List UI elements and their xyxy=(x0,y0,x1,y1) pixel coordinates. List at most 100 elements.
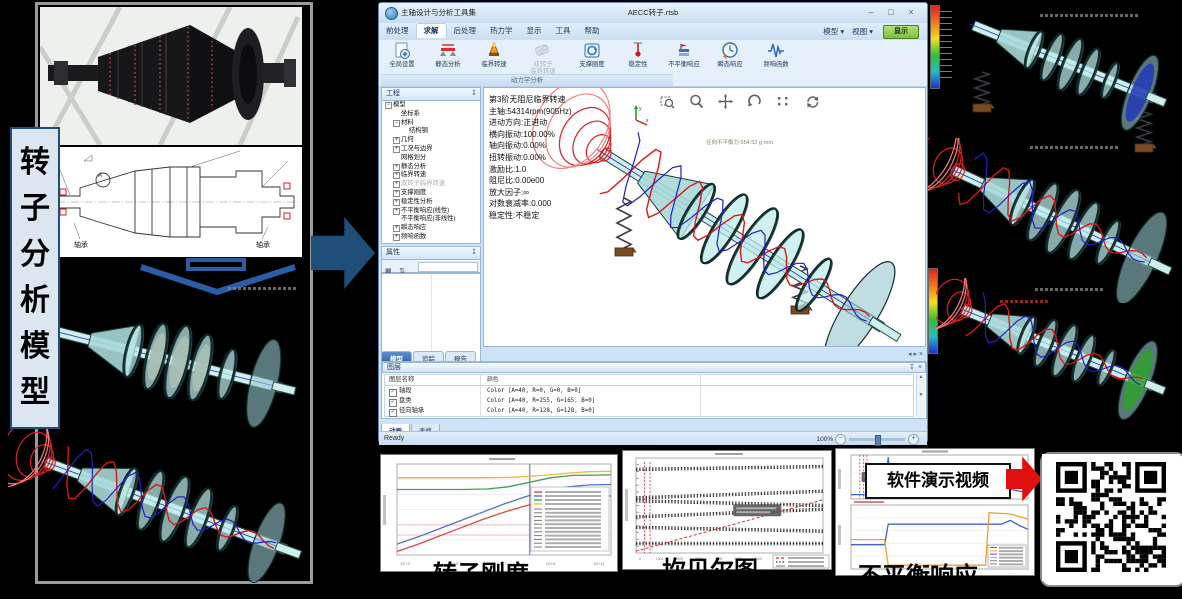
expand-icon[interactable]: + xyxy=(393,146,400,153)
vertical-label-char: 型 xyxy=(20,370,50,416)
show-button[interactable]: 显示 xyxy=(883,25,919,39)
chart-caption-unbalance: 不平衡响应 xyxy=(858,556,978,591)
ribbon-button-frequency-response[interactable]: 频响函数 xyxy=(753,41,799,68)
layers-scrollbar[interactable]: ▲▼ xyxy=(916,374,925,417)
tree-item-几何[interactable]: +几何 xyxy=(382,136,480,145)
menu-tab-帮助[interactable]: 帮助 xyxy=(578,23,607,37)
project-panel-title: 工程 xyxy=(386,90,400,97)
ribbon-button-static-analysis[interactable]: 静态分析 xyxy=(425,41,471,68)
tab-scroll-right-icon[interactable]: ▸ xyxy=(913,351,917,358)
pan-icon[interactable] xyxy=(718,96,740,113)
tree-item-label: 坐标系 xyxy=(401,110,420,117)
tree-item-不平衡响应(非线性)[interactable]: 不平衡响应(非线性) xyxy=(382,215,480,224)
collapse-icon[interactable]: − xyxy=(385,102,392,109)
tree-item-静态分析[interactable]: +静态分析 xyxy=(382,163,480,172)
zoom-out-icon[interactable]: − xyxy=(835,434,846,445)
rotor-photo-graphic xyxy=(40,7,302,145)
pin-icon[interactable]: ↧ xyxy=(909,363,915,373)
tree-item-工况与边界[interactable]: +工况与边界 xyxy=(382,145,480,154)
layer-checkbox[interactable]: ✓ xyxy=(389,409,397,417)
transient-response-icon xyxy=(707,41,753,61)
global-settings-icon xyxy=(379,41,425,61)
panel-close-icon[interactable]: × xyxy=(918,363,922,373)
svg-text:·····: ····· xyxy=(978,572,983,576)
tab-scroll-left-icon[interactable]: ◂ xyxy=(908,351,912,358)
layer-color-value: Color [A=40, R=0, G=0, B=0] xyxy=(481,386,701,396)
menu-tab-显示[interactable]: 显示 xyxy=(520,23,549,37)
menu-dropdown-模型[interactable]: 模型 ▾ xyxy=(823,27,844,36)
zoom-icon[interactable] xyxy=(689,96,711,113)
tree-item-稳定性分析[interactable]: +稳定性分析 xyxy=(382,198,480,207)
ribbon-button-label: 频响函数 xyxy=(753,61,799,68)
tree-item-label: 网格划分 xyxy=(401,154,426,161)
ribbon-button-label: 双转子临界转速 xyxy=(517,61,569,75)
ribbon-button-support-stiffness[interactable]: 支撑刚度 xyxy=(569,41,615,68)
result-colorbar xyxy=(930,5,940,89)
ribbon-button-stability[interactable]: 稳定性 xyxy=(615,41,661,68)
layer-row-轴段[interactable]: ✓轴段Color [A=40, R=0, G=0, B=0] xyxy=(385,386,913,396)
tree-item-临界转速[interactable]: +临界转速 xyxy=(382,171,480,180)
expand-icon[interactable]: + xyxy=(393,172,400,179)
expand-icon[interactable]: + xyxy=(393,181,400,188)
maximize-button[interactable]: □ xyxy=(883,5,899,19)
tree-item-瞬态响应[interactable]: +瞬态响应 xyxy=(382,224,480,233)
collapse-icon[interactable]: − xyxy=(393,120,400,127)
stability-icon xyxy=(615,41,661,61)
expand-icon[interactable]: + xyxy=(393,208,400,215)
layer-row-径向轴承[interactable]: ✓径向轴承Color [A=40, R=128, G=128, B=0] xyxy=(385,406,913,416)
viewport-info-line: 主轴:54314rpm(905Hz) xyxy=(489,106,572,118)
rotate-icon[interactable] xyxy=(747,96,769,113)
3d-viewport[interactable]: 第3阶无阻尼临界转速主轴:54314rpm(905Hz)进动方向:正进动横向振动… xyxy=(483,87,926,347)
zoom-slider[interactable] xyxy=(849,438,905,441)
expand-icon[interactable]: + xyxy=(393,199,400,206)
tree-item-label: 工况与边界 xyxy=(401,145,432,152)
close-button[interactable]: × xyxy=(903,5,919,19)
tree-item-支撑刚度[interactable]: +支撑刚度 xyxy=(382,189,480,198)
tree-item-label: 临界转速 xyxy=(401,171,426,178)
properties-search-input[interactable] xyxy=(418,262,478,272)
ribbon-button-critical-speed[interactable]: 临界转速 xyxy=(471,41,517,68)
tree-item-label: 瞬态响应 xyxy=(401,224,426,231)
expand-icon[interactable]: + xyxy=(393,190,400,197)
qr-code xyxy=(1040,452,1182,587)
zoom-slider-thumb[interactable] xyxy=(875,435,881,446)
menu-tab-前处理[interactable]: 前处理 xyxy=(379,23,416,37)
tree-item-label: 几何 xyxy=(401,136,414,143)
tree-item-网格划分[interactable]: 网格划分 xyxy=(382,154,480,163)
viewport-info-line: 扭转振动:0.00% xyxy=(489,152,572,164)
ribbon-button-label: 不平衡响应 xyxy=(661,61,707,68)
layer-row-盘类[interactable]: ✓盘类Color [A=40, R=255, G=165, B=0] xyxy=(385,396,913,406)
minimize-button[interactable]: – xyxy=(863,5,879,19)
refresh-icon[interactable] xyxy=(805,96,827,113)
ribbon-button-global-settings[interactable]: 全局设置 xyxy=(379,41,425,68)
pin-icon[interactable]: ↧ xyxy=(471,247,477,259)
svg-text:x: x xyxy=(646,118,649,124)
fit-icon[interactable] xyxy=(776,96,798,113)
menu-tab-求解[interactable]: 求解 xyxy=(416,23,447,38)
rotor-engineering-drawing: 轴承 轴承 A xyxy=(40,147,302,257)
tree-item-频响函数[interactable]: +频响函数 xyxy=(382,233,480,242)
tree-item-模型[interactable]: −模型 xyxy=(382,101,480,110)
expand-icon[interactable]: + xyxy=(393,137,400,144)
expand-icon[interactable]: + xyxy=(393,164,400,171)
layers-panel-title: 图层 xyxy=(387,364,401,371)
frequency-response-icon xyxy=(753,41,799,61)
expand-icon[interactable]: + xyxy=(393,225,400,232)
ribbon-button-transient-response[interactable]: 瞬态响应 xyxy=(707,41,753,68)
status-text: Ready xyxy=(384,435,404,442)
menu-tab-后处理[interactable]: 后处理 xyxy=(447,23,484,37)
menu-dropdown-视图[interactable]: 视图 ▾ xyxy=(852,27,873,36)
pin-icon[interactable]: ↧ xyxy=(471,88,477,100)
expand-icon[interactable]: + xyxy=(393,234,400,241)
ribbon-button-unbalance-response[interactable]: 不平衡响应 xyxy=(661,41,707,68)
tab-close-icon[interactable]: × xyxy=(919,351,923,358)
menu-tab-热力学[interactable]: 热力学 xyxy=(483,23,520,37)
tree-item-坐标系[interactable]: 坐标系 xyxy=(382,110,480,119)
zoom-in-icon[interactable]: + xyxy=(908,434,919,445)
tree-item-结构钢[interactable]: 结构钢 xyxy=(382,127,480,136)
tree-item-双转子临界转速[interactable]: +双转子临界转速 xyxy=(382,180,480,189)
zoom-window-icon[interactable] xyxy=(660,96,682,113)
menu-tab-工具[interactable]: 工具 xyxy=(549,23,578,37)
tree-item-材料[interactable]: −材料 xyxy=(382,119,480,128)
viewport-info-line: 横向振动:100.00% xyxy=(489,129,572,141)
